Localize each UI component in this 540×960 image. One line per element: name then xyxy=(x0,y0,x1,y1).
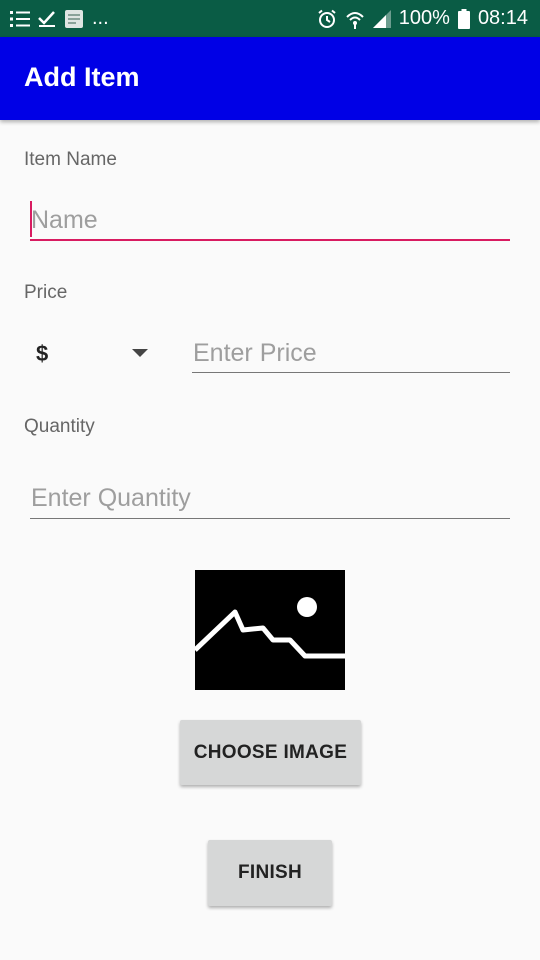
page-title: Add Item xyxy=(24,62,140,92)
clock: 08:14 xyxy=(477,7,528,29)
price-label: Price xyxy=(24,282,68,303)
price-underline xyxy=(192,372,510,373)
item-name-input[interactable] xyxy=(30,200,510,240)
more-notifications: ... xyxy=(92,7,109,29)
signal-icon xyxy=(372,9,391,28)
notification-app-icon xyxy=(64,9,84,29)
quantity-label: Quantity xyxy=(24,416,95,437)
battery-icon xyxy=(457,8,470,29)
status-bar-left: ... xyxy=(10,7,109,30)
status-bar: ... 100% 08:14 xyxy=(0,0,540,37)
app-bar: Add Item xyxy=(0,37,540,120)
image-placeholder-icon xyxy=(193,570,345,690)
currency-value: $ xyxy=(36,341,49,366)
check-icon xyxy=(38,10,56,28)
image-preview xyxy=(193,570,345,690)
choose-image-button[interactable]: CHOOSE IMAGE xyxy=(180,720,361,785)
status-bar-right: 100% 08:14 xyxy=(317,7,528,30)
price-input[interactable] xyxy=(192,333,510,373)
item-name-label: Item Name xyxy=(24,149,117,170)
wifi-icon xyxy=(345,9,365,29)
item-name-underline xyxy=(30,239,510,241)
finish-button[interactable]: FINISH xyxy=(208,840,332,906)
dropdown-arrow-icon xyxy=(132,345,148,363)
list-icon xyxy=(10,10,30,28)
quantity-input[interactable] xyxy=(30,478,510,518)
currency-dropdown[interactable]: $ xyxy=(24,334,154,374)
quantity-underline xyxy=(30,518,510,519)
alarm-icon xyxy=(317,9,337,29)
battery-percent: 100% xyxy=(398,7,450,29)
